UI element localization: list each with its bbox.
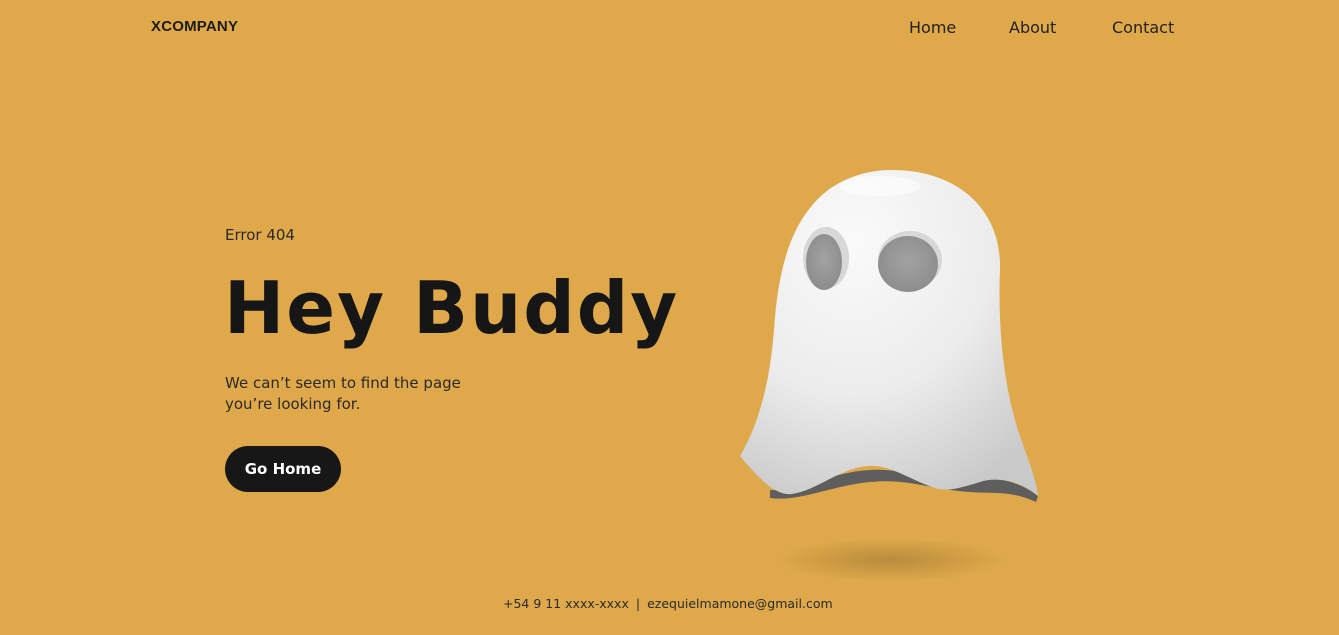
- page-title: Hey Buddy: [224, 266, 680, 350]
- ghost-body: [740, 170, 1038, 496]
- error-code-label: Error 404: [225, 226, 295, 244]
- nav-about-link[interactable]: About: [1009, 18, 1056, 37]
- ghost-right-eye: [878, 236, 938, 292]
- ghost-left-eye: [806, 234, 842, 290]
- error-description-line-1: We can’t seem to find the page: [225, 374, 461, 392]
- go-home-button[interactable]: Go Home: [225, 446, 341, 492]
- ghost-shadow: [772, 538, 1008, 582]
- nav-contact-link[interactable]: Contact: [1112, 18, 1174, 37]
- footer-separator: |: [635, 596, 641, 611]
- error-description: We can’t seem to find the page you’re lo…: [225, 373, 505, 415]
- main-nav: Home About Contact: [0, 18, 1339, 40]
- ghost-icon: [740, 170, 1038, 582]
- footer-phone: +54 9 11 xxxx-xxxx: [503, 596, 629, 611]
- error-description-line-2: you’re looking for.: [225, 395, 361, 413]
- nav-home-link[interactable]: Home: [909, 18, 956, 37]
- footer-contact: +54 9 11 xxxx-xxxx | ezequielmamone@gmail.…: [503, 596, 833, 611]
- footer-email-link[interactable]: ezequielmamone@gmail.com: [647, 596, 833, 611]
- ghost-highlight: [840, 176, 920, 196]
